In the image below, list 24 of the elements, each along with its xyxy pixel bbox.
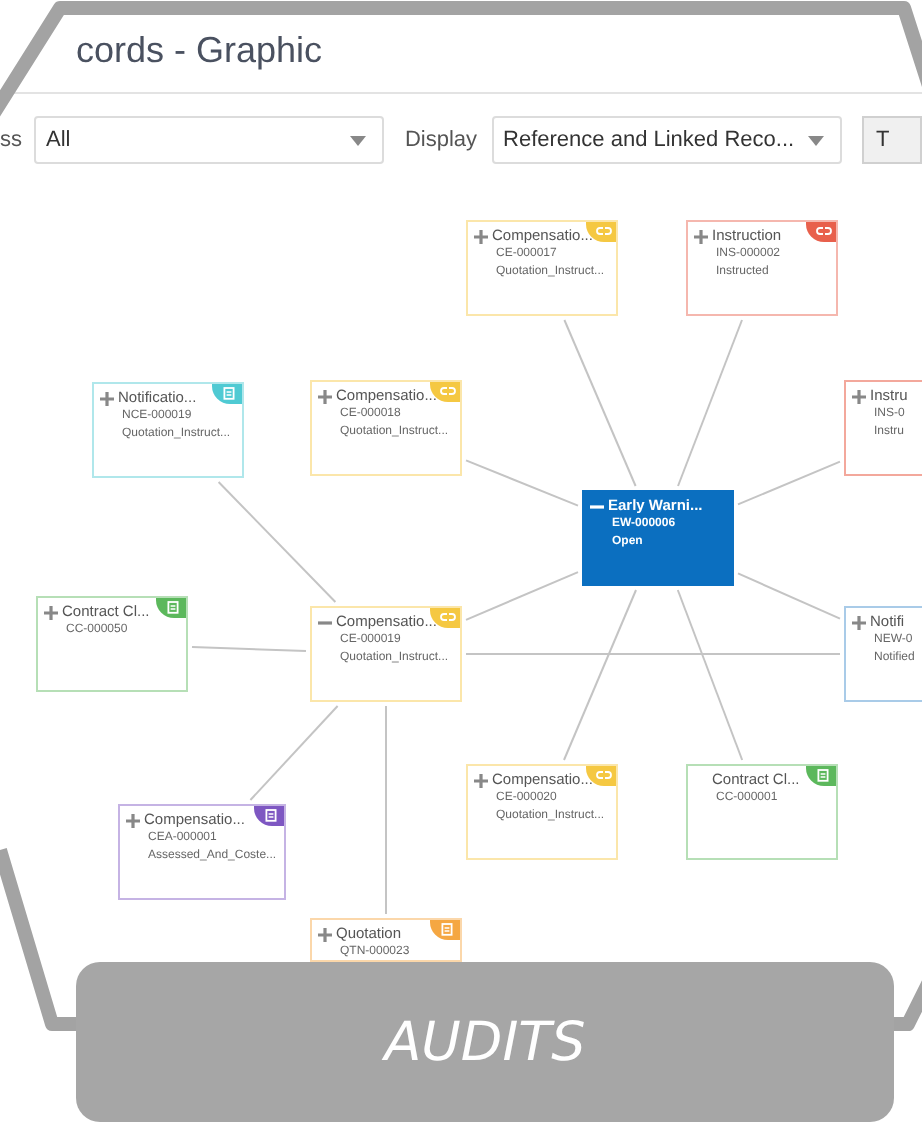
minus-icon[interactable] [590, 499, 604, 513]
banner-label: AUDITS [384, 1011, 586, 1073]
plus-icon[interactable] [474, 229, 488, 243]
plus-icon[interactable] [852, 615, 866, 629]
filter-dropdown[interactable]: All [34, 116, 385, 164]
page-title: cords - Graphic [76, 29, 323, 71]
caret-icon [807, 135, 824, 145]
filter-label: ss [0, 128, 22, 152]
connector-line [249, 705, 339, 801]
display-label: Display [404, 128, 478, 152]
plus-icon[interactable] [318, 927, 332, 941]
plus-icon[interactable] [474, 773, 488, 787]
minus-icon[interactable] [318, 615, 332, 629]
caret-icon [350, 135, 367, 145]
plus-icon[interactable] [318, 389, 332, 403]
plus-icon[interactable] [852, 389, 866, 403]
plus-icon[interactable] [126, 813, 140, 827]
plus-icon[interactable] [100, 391, 114, 405]
toolbar-button[interactable]: T [861, 116, 922, 164]
connector-line [191, 646, 307, 652]
plus-icon[interactable] [694, 229, 708, 243]
plus-icon[interactable] [44, 605, 58, 619]
display-dropdown[interactable]: Reference and Linked Reco... [491, 116, 842, 164]
connector-line [217, 481, 337, 603]
